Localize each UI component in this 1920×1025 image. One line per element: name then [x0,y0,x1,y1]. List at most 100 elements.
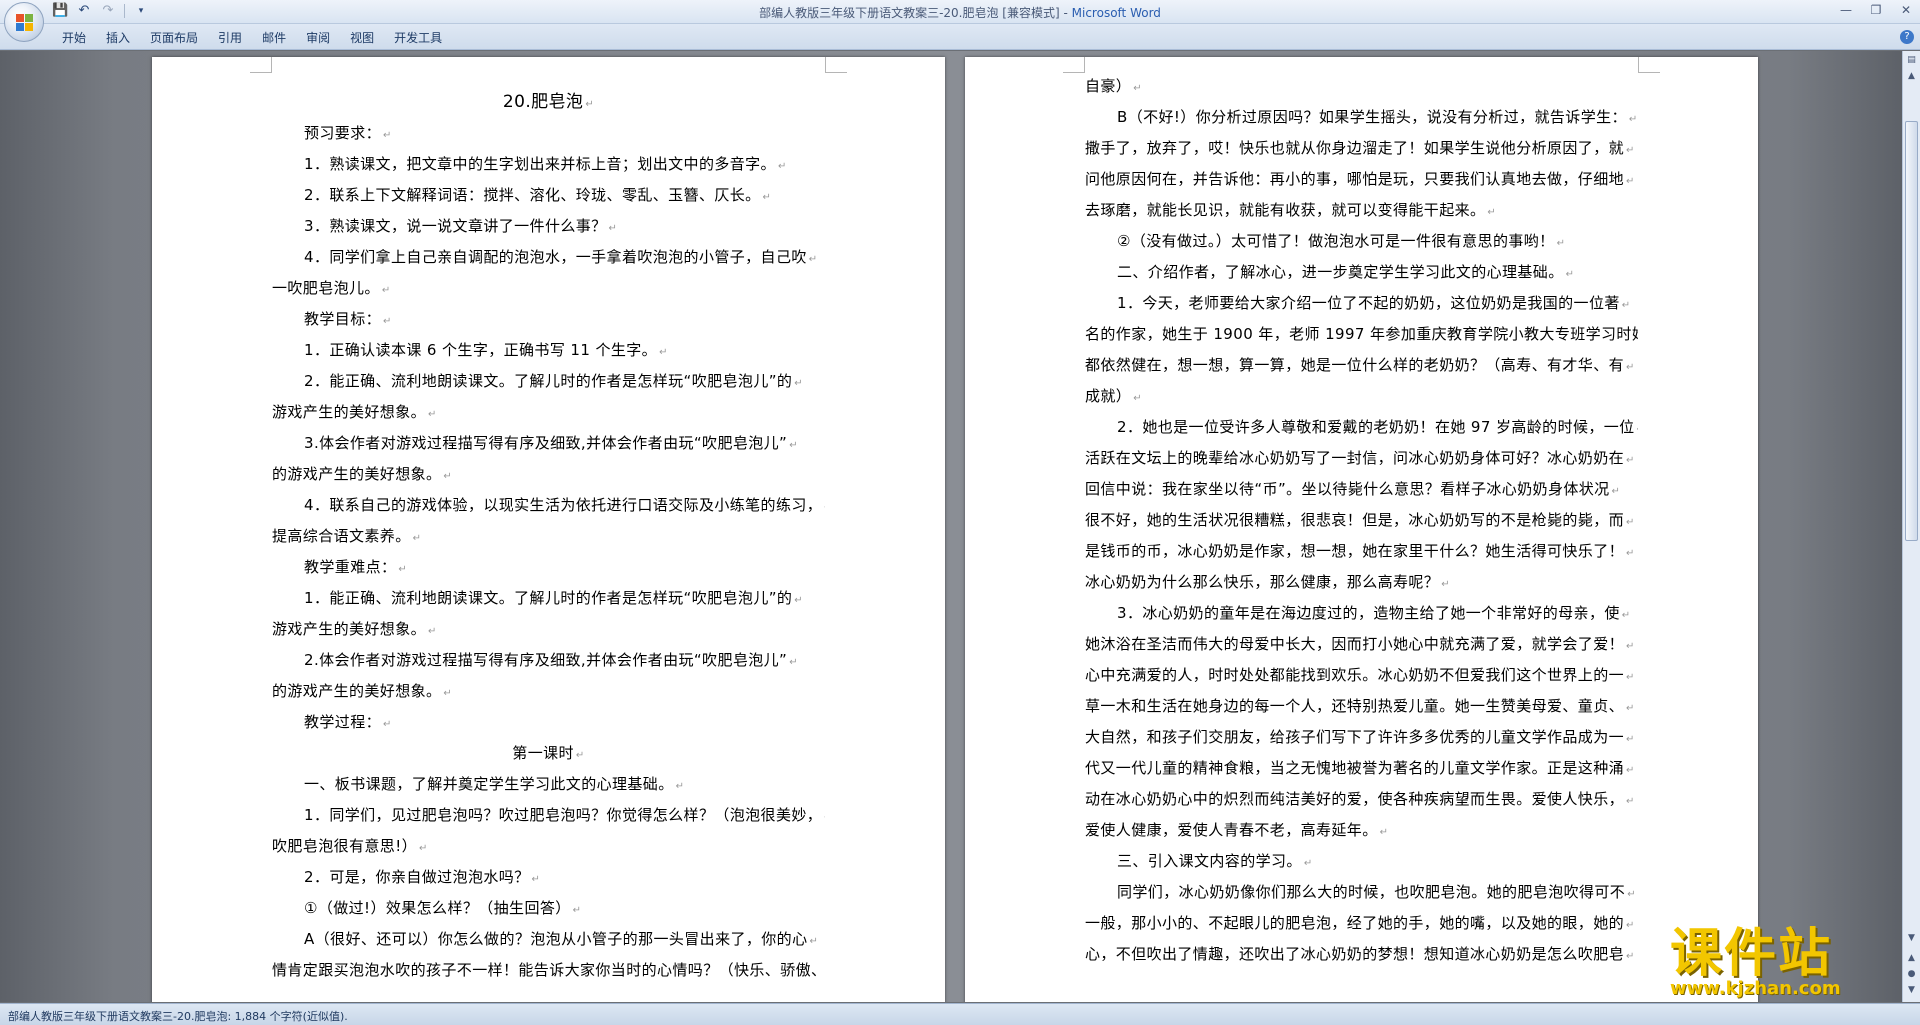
text-line[interactable]: ①（做过!）效果怎么样？（抽生回答） ↵ [272,893,825,924]
text-line[interactable]: 代又一代儿童的精神食粮，当之无愧地被誉为著名的儿童文学作家。正是这种涌 ↵ [1085,753,1638,784]
text-line[interactable]: 三、引入课文内容的学习。 ↵ [1085,846,1638,877]
text-line[interactable]: 1．同学们，见过肥皂泡吗？吹过肥皂泡吗？你觉得怎么样？（泡泡很美妙，↵ [272,800,825,831]
text-line[interactable]: 教学过程： ↵ [272,707,825,738]
line-text: 回信中说：我在家坐以待“币”。坐以待毙什么意思？看样子冰心奶奶身体状况 [1085,480,1610,498]
tab-mailings[interactable]: 邮件 [258,29,302,47]
text-line[interactable]: 名的作家，她生于 1900 年，老师 1997 年参加重庆教育学院小教大专班学习… [1085,319,1638,350]
text-line[interactable]: 一、板书课题，了解并奠定学生学习此文的心理基础。 ↵ [272,769,825,800]
paragraph-mark-icon: ↵ [809,936,819,947]
text-line[interactable]: 20.肥皂泡 ↵ [272,87,825,118]
text-line[interactable]: 教学重难点： ↵ [272,552,825,583]
tab-home[interactable]: 开始 [58,29,102,47]
text-line[interactable]: 2．联系上下文解释词语：搅拌、溶化、玲珑、零乱、玉簪、仄长。 ↵ [272,180,825,211]
document-area[interactable]: 20.肥皂泡 ↵ 预习要求： ↵ 1．熟读课文，把文章中的生字划出来并标上音；划出文中的… [0,51,1902,1002]
text-line[interactable]: 同学们，冰心奶奶像你们那么大的时候，也吹肥皂泡。她的肥皂泡吹得可不 ↵ [1085,877,1638,908]
previous-page-icon[interactable]: ▲ [1905,951,1918,965]
text-line[interactable]: 2．能正确、流利地朗读课文。了解儿时的作者是怎样玩“吹肥皂泡儿”的 ↵ [272,366,825,397]
text-line[interactable]: A（很好、还可以）你怎么做的？泡泡从小管子的那一头冒出来了，你的心 ↵ [272,924,825,955]
text-line[interactable]: 2．可是，你亲自做过泡泡水吗？ ↵ [272,862,825,893]
scroll-thumb[interactable] [1905,121,1918,541]
text-line[interactable]: 撒手了，放弃了，哎！快乐也就从你身边溜走了！如果学生说他分析原因了，就 ↵ [1085,133,1638,164]
text-line[interactable]: 1．今天，老师要给大家介绍一位了不起的奶奶，这位奶奶是我国的一位著 ↵ [1085,288,1638,319]
paragraph-mark-icon: ↵ [1133,83,1142,94]
text-line[interactable]: 二、介绍作者，了解冰心，进一步奠定学生学习此文的心理基础。 ↵ [1085,257,1638,288]
text-line[interactable]: 动在冰心奶奶心中的炽烈而纯洁美好的爱，使各种疾病望而生畏。爱使人快乐， ↵ [1085,784,1638,815]
restore-icon[interactable]: ❐ [1868,2,1884,18]
text-line[interactable]: 大自然，和孩子们交朋友，给孩子们写下了许许多多优秀的儿童文学作品成为一 ↵ [1085,722,1638,753]
page-right-text[interactable]: 自豪） ↵ B（不好!）你分析过原因吗？如果学生摇头，说没有分析过，就告诉学生： ↵ 撒… [1085,71,1638,970]
line-text: 3．熟读课文，说一说文章讲了一件什么事？ [304,217,607,235]
text-line[interactable]: 4．同学们拿上自己亲自调配的泡泡水，一手拿着吹泡泡的小管子，自己吹 ↵ [272,242,825,273]
window-title: 部编人教版三年级下册语文教案三-20.肥皂泡 [兼容模式] - Microsof… [0,4,1920,21]
vertical-scrollbar[interactable]: ▤ ▲ ▼ ▲ ● ▼ [1902,51,1920,1002]
text-line[interactable]: 3．熟读课文，说一说文章讲了一件什么事？ ↵ [272,211,825,242]
text-line[interactable]: 活跃在文坛上的晚辈给冰心奶奶写了一封信，问冰心奶奶身体可好？冰心奶奶在 ↵ [1085,443,1638,474]
text-line[interactable]: 第一课时 ↵ [272,738,825,769]
text-line[interactable]: 问他原因何在，并告诉他：再小的事，哪怕是玩，只要我们认真地去做，仔细地 ↵ [1085,164,1638,195]
page-left[interactable]: 20.肥皂泡 ↵ 预习要求： ↵ 1．熟读课文，把文章中的生字划出来并标上音；划出文中的… [152,57,945,1002]
text-line[interactable]: 2.体会作者对游戏过程描写得有序及细致,并体会作者由玩“吹肥皂泡儿” ↵ [272,645,825,676]
text-line[interactable]: 4．联系自己的游戏体验，以现实生活为依托进行口语交际及小练笔的练习，↵ [272,490,825,521]
ruler-toggle-icon[interactable]: ▤ [1905,53,1918,67]
text-line[interactable]: 吹肥皂泡很有意思!） ↵ [272,831,825,862]
text-line[interactable]: 游戏产生的美好想象。 ↵ [272,397,825,428]
office-button[interactable] [4,2,44,42]
text-line[interactable]: 3．冰心奶奶的童年是在海边度过的，造物主给了她一个非常好的母亲，使 ↵ [1085,598,1638,629]
line-text: 自豪） [1085,77,1132,95]
page-right[interactable]: 自豪） ↵ B（不好!）你分析过原因吗？如果学生摇头，说没有分析过，就告诉学生： ↵ 撒… [965,57,1758,1002]
text-line[interactable]: 预习要求： ↵ [272,118,825,149]
text-line[interactable]: 心中充满爱的人，时时处处都能找到欢乐。冰心奶奶不但爱我们这个世界上的一 ↵ [1085,660,1638,691]
text-line[interactable]: 草一木和生活在她身边的每一个人，还特别热爱儿童。她一生赞美母爱、童贞、 ↵ [1085,691,1638,722]
text-line[interactable]: 提高综合语文素养。 ↵ [272,521,825,552]
text-line[interactable]: 游戏产生的美好想象。 ↵ [272,614,825,645]
tab-review[interactable]: 审阅 [302,29,346,47]
line-text: 的游戏产生的美好想象。 [272,682,442,700]
text-line[interactable]: 情肯定跟买泡泡水吹的孩子不一样！能告诉大家你当时的心情吗？（快乐、骄傲、↵ [272,955,825,986]
page-left-text[interactable]: 20.肥皂泡 ↵ 预习要求： ↵ 1．熟读课文，把文章中的生字划出来并标上音；划出文中的… [272,87,825,986]
text-line[interactable]: 很不好，她的生活状况很糟糕，很悲哀！但是，冰心奶奶写的不是枪毙的毙，而 ↵ [1085,505,1638,536]
help-icon[interactable]: ? [1900,30,1914,44]
browse-object-icon[interactable]: ● [1905,967,1918,981]
line-text: 1．能正确、流利地朗读课文。了解儿时的作者是怎样玩“吹肥皂泡儿”的 [304,589,793,607]
paragraph-mark-icon: ↵ [1626,920,1635,931]
tab-references[interactable]: 引用 [214,29,258,47]
text-line[interactable]: 她沐浴在圣洁而伟大的母爱中长大，因而打小她心中就充满了爱，就学会了爱！ ↵ [1085,629,1638,660]
text-line[interactable]: 回信中说：我在家坐以待“币”。坐以待毙什么意思？看样子冰心奶奶身体状况 ↵ [1085,474,1638,505]
tab-developer[interactable]: 开发工具 [390,29,458,47]
scroll-up-icon[interactable]: ▲ [1905,69,1918,83]
paragraph-mark-icon: ↵ [412,533,422,544]
text-line[interactable]: 1．能正确、流利地朗读课文。了解儿时的作者是怎样玩“吹肥皂泡儿”的 ↵ [272,583,825,614]
text-line[interactable]: 3.体会作者对游戏过程描写得有序及细致,并体会作者由玩“吹肥皂泡儿” ↵ [272,428,825,459]
text-line[interactable]: 的游戏产生的美好想象。 ↵ [272,459,825,490]
tab-page-layout[interactable]: 页面布局 [146,29,214,47]
tab-view[interactable]: 视图 [346,29,390,47]
close-icon[interactable]: ✕ [1898,2,1914,18]
text-line[interactable]: ②（没有做过。）太可惜了！做泡泡水可是一件很有意思的事哟！ ↵ [1085,226,1638,257]
text-line[interactable]: 的游戏产生的美好想象。 ↵ [272,676,825,707]
paragraph-mark-icon: ↵ [777,161,787,172]
tab-insert[interactable]: 插入 [102,29,146,47]
text-line[interactable]: 1．熟读课文，把文章中的生字划出来并标上音；划出文中的多音字。 ↵ [272,149,825,180]
paragraph-mark-icon: ↵ [794,595,804,606]
text-line[interactable]: 一吹肥皂泡儿。 ↵ [272,273,825,304]
text-line[interactable]: 是钱币的币，冰心奶奶是作家，想一想，她在家里干什么？她生活得可快乐了！ ↵ [1085,536,1638,567]
text-line[interactable]: B（不好!）你分析过原因吗？如果学生摇头，说没有分析过，就告诉学生： ↵ [1085,102,1638,133]
scroll-down-icon[interactable]: ▼ [1905,931,1918,945]
text-line[interactable]: 去琢磨，就能长见识，就能有收获，就可以变得能干起来。 ↵ [1085,195,1638,226]
text-line[interactable]: 心，不但吹出了情趣，还吹出了冰心奶奶的梦想！想知道冰心奶奶是怎么吹肥皂 ↵ [1085,939,1638,970]
text-line[interactable]: 一般，那小小的、不起眼儿的肥皂泡，经了她的手，她的嘴，以及她的眼，她的 ↵ [1085,908,1638,939]
text-line[interactable]: 1．正确认读本课 6 个生字，正确书写 11 个生字。 ↵ [272,335,825,366]
line-text: B（不好!）你分析过原因吗？如果学生摇头，说没有分析过，就告诉学生： [1117,108,1627,126]
text-line[interactable]: 2．她也是一位受许多人尊敬和爱戴的老奶奶！在她 97 岁高龄的时候，一位↵ [1085,412,1638,443]
text-line[interactable]: 成就） ↵ [1085,381,1638,412]
minimize-icon[interactable]: — [1838,2,1854,18]
line-text: 一般，那小小的、不起眼儿的肥皂泡，经了她的手，她的嘴，以及她的眼，她的 [1085,914,1625,932]
text-line[interactable]: 教学目标： ↵ [272,304,825,335]
next-page-icon[interactable]: ▼ [1905,983,1918,997]
text-line[interactable]: 冰心奶奶为什么那么快乐，那么健康，那么高寿呢？ ↵ [1085,567,1638,598]
line-text: 情肯定跟买泡泡水吹的孩子不一样！能告诉大家你当时的心情吗？（快乐、骄傲、 [272,961,825,979]
text-line[interactable]: 自豪） ↵ [1085,71,1638,102]
line-text: 3.体会作者对游戏过程描写得有序及细致,并体会作者由玩“吹肥皂泡儿” [304,434,788,452]
text-line[interactable]: 爱使人健康，爱使人青春不老，高寿延年。 ↵ [1085,815,1638,846]
text-line[interactable]: 都依然健在，想一想，算一算，她是一位什么样的老奶奶？（高寿、有才华、有 ↵ [1085,350,1638,381]
